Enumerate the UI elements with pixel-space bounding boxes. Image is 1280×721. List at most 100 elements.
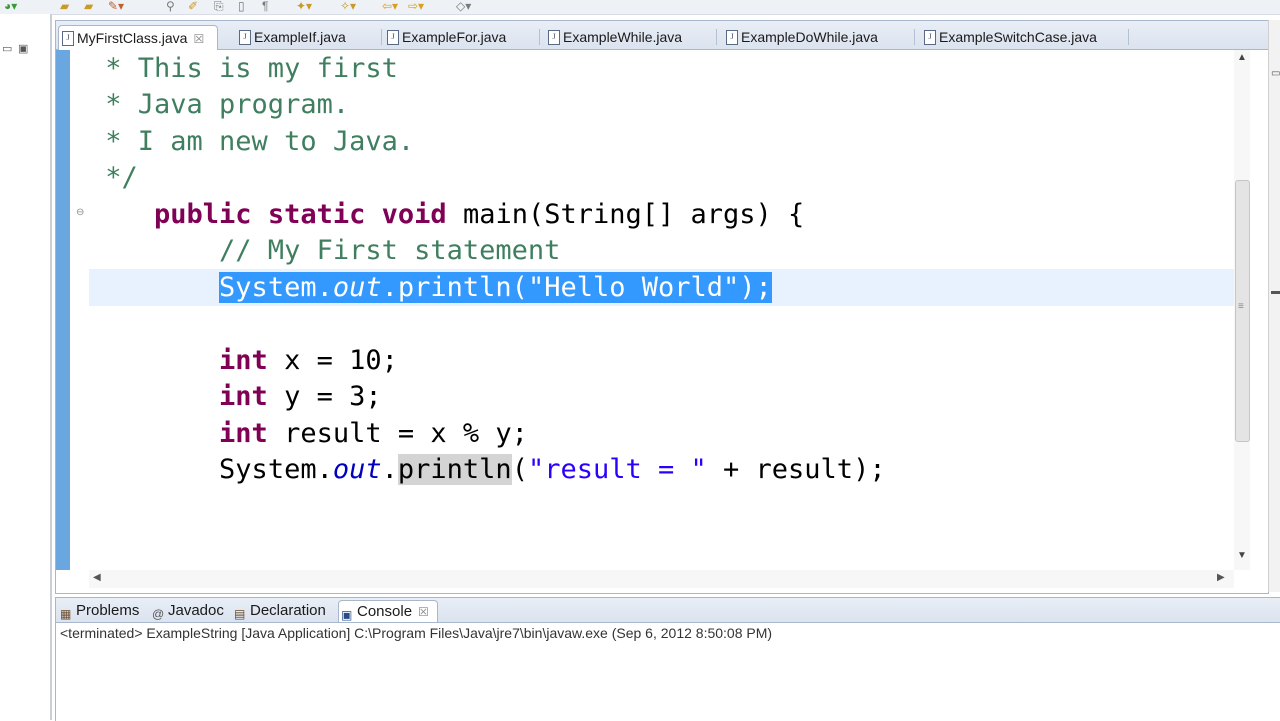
keyword: static xyxy=(267,199,366,230)
close-tab-icon[interactable]: ☒ xyxy=(418,605,429,619)
edit-icon[interactable]: ✐ xyxy=(188,0,198,12)
tab-label: ExampleFor.java xyxy=(402,29,507,45)
fold-collapse-icon[interactable]: ⊖ xyxy=(76,207,84,218)
search-icon[interactable]: ⚲ xyxy=(166,0,175,12)
code-token: . xyxy=(381,454,398,485)
tab-exampleswitchcase[interactable]: J ExampleSwitchCase.java xyxy=(921,25,1121,49)
scroll-left-icon[interactable]: ◀ xyxy=(93,572,101,583)
scroll-down-icon[interactable]: ▼ xyxy=(1237,550,1247,561)
vertical-scrollbar[interactable]: ▲ ≡ ▼ xyxy=(1234,50,1250,570)
code-line: System.out.println("result = " + result)… xyxy=(89,452,886,488)
keyword: int xyxy=(219,345,268,376)
code-line: */ xyxy=(89,162,138,193)
tab-javadoc[interactable]: @ Javadoc xyxy=(150,600,228,622)
tab-label: Declaration xyxy=(250,602,326,619)
forward-icon[interactable]: ⇨▾ xyxy=(408,0,424,12)
editor-tabbar: J MyFirstClass.java ☒ J ExampleIf.java J Exa… xyxy=(56,21,1268,50)
left-panel: ▭ ▣ xyxy=(0,14,52,720)
tab-label: ExampleSwitchCase.java xyxy=(939,29,1097,45)
tab-exampleif[interactable]: J ExampleIf.java xyxy=(236,25,376,49)
code-token: x = 10; xyxy=(267,345,398,376)
code-token: result = x % y; xyxy=(267,418,528,449)
code-token: System. xyxy=(219,272,333,303)
overview-ruler: ▭ ▬ xyxy=(1268,20,1280,592)
tab-declaration[interactable]: ▤ Declaration xyxy=(232,600,334,622)
run-icon[interactable]: ◕▾ xyxy=(4,0,17,12)
annotation-gutter xyxy=(56,50,70,570)
close-tab-icon[interactable]: ☒ xyxy=(193,32,204,46)
grip-icon: ≡ xyxy=(1238,301,1244,312)
tab-examplefor[interactable]: J ExampleFor.java xyxy=(384,25,534,49)
occurrence-highlight: println xyxy=(397,454,512,485)
javadoc-icon: @ xyxy=(152,607,165,621)
tab-exampledowhile[interactable]: J ExampleDoWhile.java xyxy=(723,25,908,49)
java-file-icon: J xyxy=(387,30,399,45)
code-editor[interactable]: * This is my first * Java program. * I a… xyxy=(89,50,1234,570)
tab-label: MyFirstClass.java xyxy=(77,30,188,46)
format-icon[interactable]: ▯ xyxy=(238,0,245,12)
code-token: System. xyxy=(219,454,333,485)
code-line: System.out.println("Hello World"); xyxy=(89,270,772,306)
nav2-icon[interactable]: ✧▾ xyxy=(340,0,356,12)
code-line: * Java program. xyxy=(89,89,350,120)
code-token: "result = " xyxy=(527,454,707,485)
paragraph-icon[interactable]: ¶ xyxy=(262,0,268,12)
ruler-mark-icon: ▬ xyxy=(1271,286,1280,297)
console-panel: ▦ Problems @ Javadoc ▤ Declaration ▣ Console… xyxy=(55,597,1280,721)
source-code: * This is my first * Java program. * I a… xyxy=(89,50,886,485)
code-token: out xyxy=(332,272,382,303)
tab-separator xyxy=(914,29,915,45)
code-token: out xyxy=(332,454,382,485)
declaration-icon: ▤ xyxy=(234,607,246,621)
open-icon[interactable]: ▰ xyxy=(60,0,69,12)
main-toolbar: ◕▾ ▰ ▰ ✎▾ ⚲ ✐ ⎘ ▯ ¶ ✦▾ ✧▾ ⇦▾ ⇨▾ ◇▾ xyxy=(0,0,1280,15)
keyword: public xyxy=(154,199,252,230)
scroll-right-icon[interactable]: ▶ xyxy=(1217,572,1225,583)
minimize-icon[interactable]: ▭ xyxy=(2,42,12,55)
horizontal-scrollbar[interactable]: ◀ ▶ xyxy=(89,570,1234,588)
console-tabbar: ▦ Problems @ Javadoc ▤ Declaration ▣ Console… xyxy=(56,598,1280,623)
tab-label: Console xyxy=(357,603,413,620)
scroll-thumb[interactable]: ≡ xyxy=(1235,180,1250,442)
code-line: public static void main(String[] args) { xyxy=(89,197,804,233)
tab-label: ExampleIf.java xyxy=(254,29,346,45)
tab-myfirstclass[interactable]: J MyFirstClass.java ☒ xyxy=(58,25,218,50)
back-icon[interactable]: ⇦▾ xyxy=(382,0,398,12)
code-line: * This is my first xyxy=(89,53,398,84)
tab-console[interactable]: ▣ Console ☒ xyxy=(338,600,438,622)
tab-problems[interactable]: ▦ Problems xyxy=(58,600,146,622)
tab-label: ExampleWhile.java xyxy=(563,29,683,45)
selected-statement[interactable]: System.out.println("Hello World"); xyxy=(219,272,772,303)
tab-separator xyxy=(539,29,540,45)
code-line: // My First statement xyxy=(89,235,561,266)
maximize-icon[interactable]: ▣ xyxy=(18,42,28,55)
java-file-icon: J xyxy=(726,30,738,45)
code-token: ); xyxy=(739,272,772,303)
wand-icon[interactable]: ✎▾ xyxy=(108,0,124,12)
keyword: int xyxy=(219,418,268,449)
tab-separator xyxy=(716,29,717,45)
keyword: void xyxy=(381,199,447,230)
code-line: int result = x % y; xyxy=(89,416,528,452)
code-token: .println( xyxy=(381,272,528,303)
more-icon[interactable]: ◇▾ xyxy=(456,0,471,12)
main-signature: main(String[] args) { xyxy=(462,199,805,230)
tab-examplewhile[interactable]: J ExampleWhile.java xyxy=(545,25,710,49)
paste-icon[interactable]: ⎘ xyxy=(214,0,224,12)
code-token: "Hello World" xyxy=(527,272,740,303)
folder-icon[interactable]: ▰ xyxy=(84,0,93,12)
scroll-up-icon[interactable]: ▲ xyxy=(1237,52,1247,63)
java-file-icon: J xyxy=(62,31,74,46)
tab-separator xyxy=(1128,29,1129,45)
console-status-line: <terminated> ExampleString [Java Applica… xyxy=(60,625,773,641)
nav-icon[interactable]: ✦▾ xyxy=(296,0,312,12)
code-line: int x = 10; xyxy=(89,343,398,379)
console-icon: ▣ xyxy=(341,608,353,622)
code-token: + result); xyxy=(706,454,886,485)
